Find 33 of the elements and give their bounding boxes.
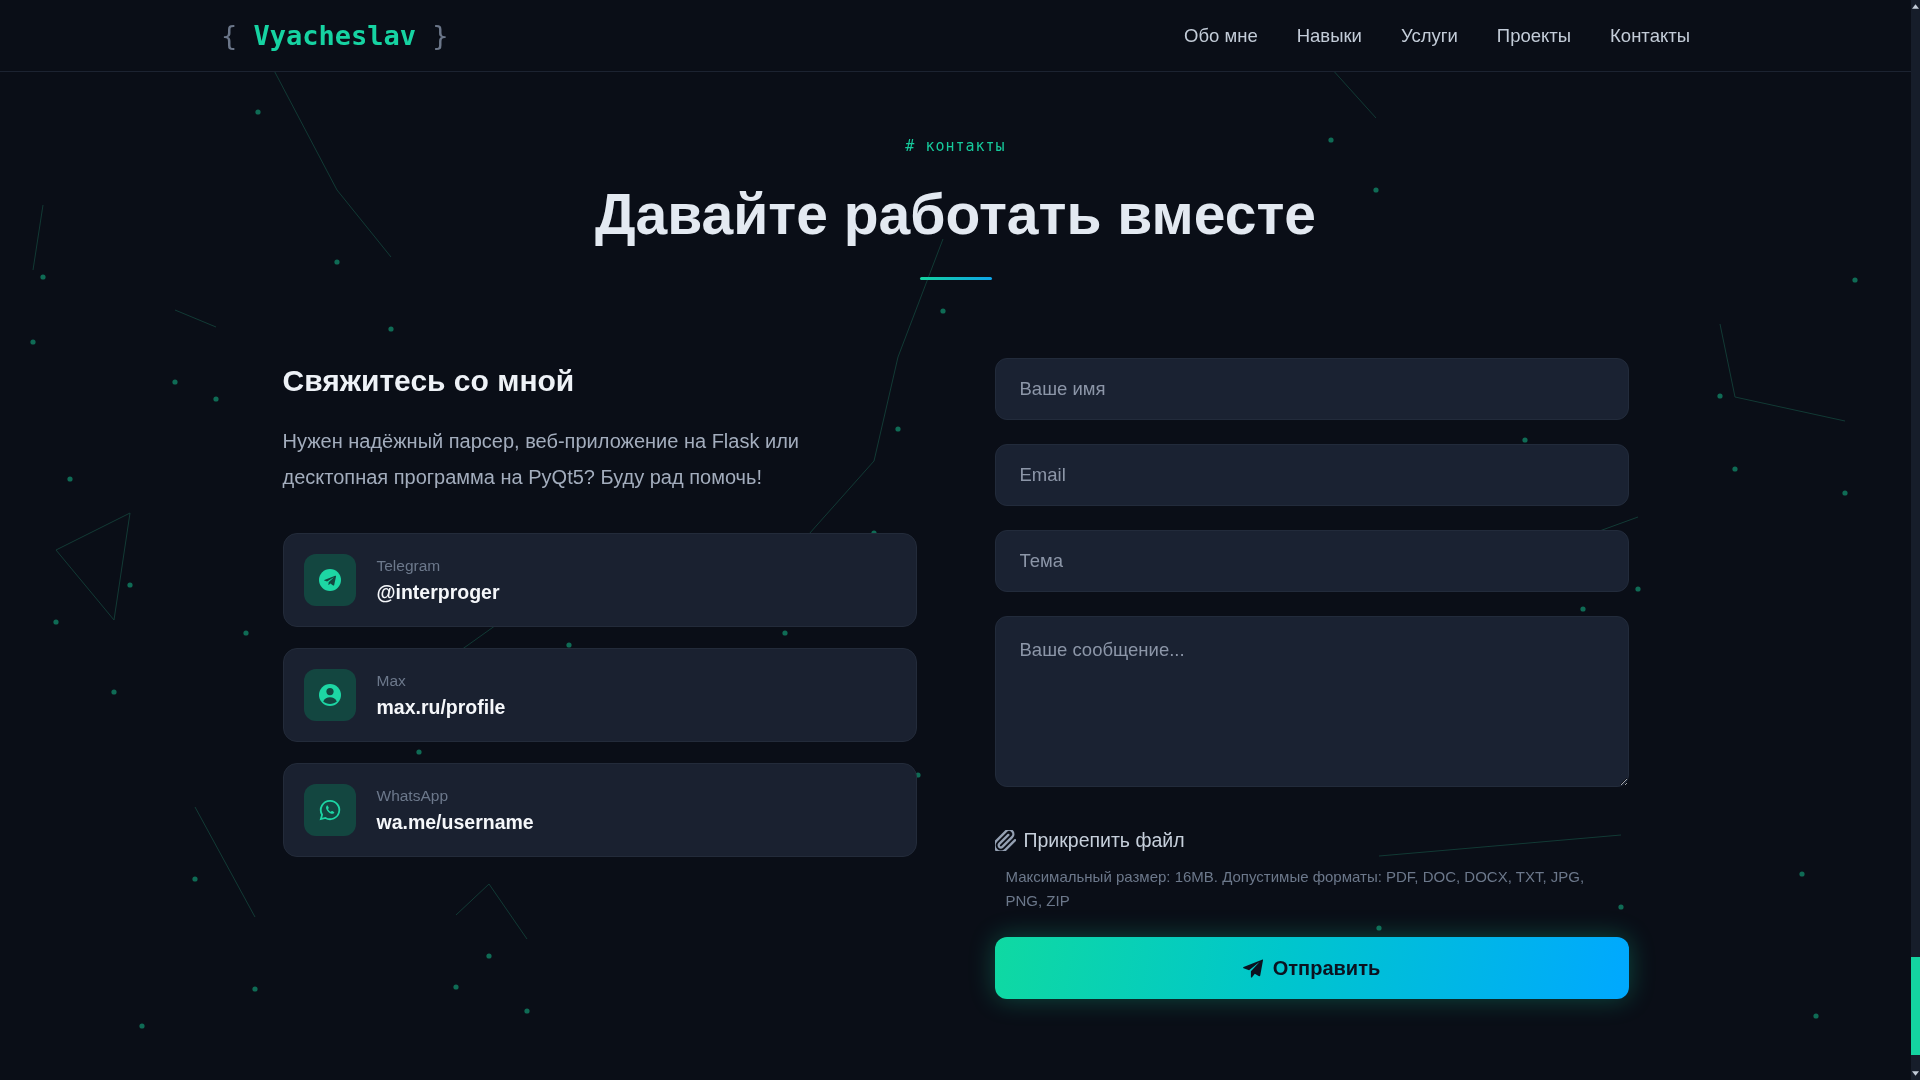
contact-description: Нужен надёжный парсер, веб-приложение на Flask или десктопная программа на PyQt5? Буду рад помочь! <box>282 429 800 490</box>
contact-heading: Свяжитесь со мной <box>282 364 576 398</box>
contact-card[interactable]: Max max.ru/profile <box>282 648 917 742</box>
contact-value: wa.me/username <box>376 810 534 834</box>
send-button[interactable]: Отправить <box>994 937 1629 999</box>
contact-card[interactable]: Telegram @interproger <box>282 533 917 627</box>
scrollbar[interactable] <box>1911 0 1920 1080</box>
nav-link[interactable]: Проекты <box>1496 23 1572 48</box>
paperclip-icon <box>994 829 1016 851</box>
nav-link[interactable]: Услуги <box>1400 23 1458 48</box>
paper-plane-icon <box>1242 958 1263 978</box>
contact-card[interactable]: WhatsApp wa.me/username <box>282 763 917 857</box>
scroll-up-arrow-icon[interactable] <box>1912 4 1919 9</box>
phone-chat-bubble-icon <box>303 784 356 836</box>
file-hint-text: Максимальный размер: 16MB. Допустимые форматы: PDF, DOC, DOCX, TXT, JPG, PNG, ZIP <box>1004 867 1586 911</box>
nav-link[interactable]: Навыки <box>1296 23 1362 48</box>
contact-label: Telegram <box>376 556 442 576</box>
scroll-down-arrow-icon[interactable] <box>1912 1071 1919 1076</box>
input-field[interactable]: Email <box>994 444 1629 506</box>
input-field[interactable]: Ваше имя <box>994 358 1629 420</box>
nav-link[interactable]: Контакты <box>1610 23 1690 48</box>
section-title: Давайте работать вместе <box>594 182 1316 246</box>
attach-file-button[interactable]: Прикрепить файл <box>994 828 1185 852</box>
nav-link[interactable]: Обо мне <box>1184 23 1258 48</box>
section-tag: # контакты <box>905 136 1006 156</box>
contact-label: WhatsApp <box>376 786 449 806</box>
logo[interactable]: { Vyacheslav } <box>221 18 449 53</box>
contact-value: max.ru/profile <box>376 695 506 719</box>
message-field[interactable]: Ваше сообщение... <box>994 616 1629 787</box>
input-field[interactable]: Тема <box>994 530 1629 592</box>
contact-label: Max <box>376 671 407 691</box>
scrollbar-thumb[interactable] <box>1911 957 1920 1055</box>
contact-value: @interproger <box>376 580 500 604</box>
